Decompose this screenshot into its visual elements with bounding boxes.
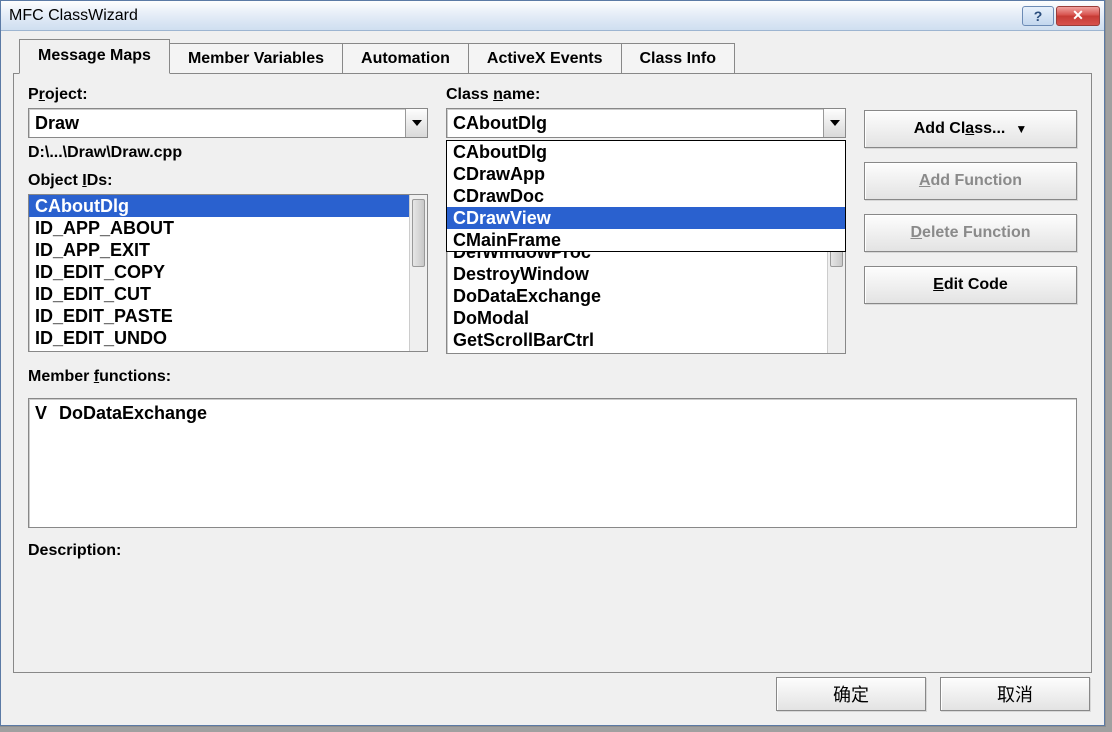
member-functions-label: Member functions: bbox=[28, 368, 1077, 386]
tab-label: ActiveX Events bbox=[487, 50, 603, 67]
cancel-button[interactable]: 取消 bbox=[940, 677, 1090, 711]
objectids-label: Object IDs: bbox=[28, 172, 428, 190]
ok-button[interactable]: 确定 bbox=[776, 677, 926, 711]
tab-label: Member Variables bbox=[188, 50, 324, 67]
button-label: 确定 bbox=[833, 681, 869, 707]
help-icon: ? bbox=[1034, 8, 1043, 24]
messages-item[interactable]: DoDataExchange bbox=[447, 285, 845, 307]
objectids-item[interactable]: ID_APP_ABOUT bbox=[29, 217, 427, 239]
classname-combo-value: CAboutDlg bbox=[447, 109, 823, 137]
classname-combo-dropdown-button[interactable] bbox=[823, 109, 845, 137]
tab-activex-events[interactable]: ActiveX Events bbox=[468, 43, 622, 74]
button-label: Delete Function bbox=[910, 224, 1030, 242]
window-body: Message Maps Member Variables Automation… bbox=[1, 31, 1104, 725]
edit-code-button[interactable]: Edit Code bbox=[864, 266, 1077, 304]
tab-label: Class Info bbox=[640, 50, 716, 67]
tab-automation[interactable]: Automation bbox=[342, 43, 469, 74]
objectids-item[interactable]: ID_APP_EXIT bbox=[29, 239, 427, 261]
objectids-item[interactable]: CAboutDlg bbox=[29, 195, 427, 217]
classwizard-window: MFC ClassWizard ? ✕ Message Maps Member … bbox=[0, 0, 1105, 726]
messages-item[interactable]: DestroyWindow bbox=[447, 263, 845, 285]
close-icon: ✕ bbox=[1072, 7, 1084, 24]
window-title: MFC ClassWizard bbox=[9, 7, 1022, 25]
tab-strip: Message Maps Member Variables Automation… bbox=[13, 41, 1092, 73]
classname-label: Class name: bbox=[446, 86, 846, 104]
classname-dropdown-item[interactable]: CDrawApp bbox=[447, 163, 845, 185]
objectids-item[interactable]: ID_EDIT_PASTE bbox=[29, 305, 427, 327]
chevron-down-icon bbox=[412, 120, 422, 126]
title-bar: MFC ClassWizard ? ✕ bbox=[1, 1, 1104, 31]
member-function-row[interactable]: VDoDataExchange bbox=[35, 403, 1070, 424]
messages-item[interactable]: DoModal bbox=[447, 307, 845, 329]
classname-dropdown[interactable]: CAboutDlgCDrawAppCDrawDocCDrawViewCMainF… bbox=[446, 140, 846, 252]
dialog-buttons: 确定 取消 bbox=[776, 677, 1090, 711]
button-label: Add Function bbox=[919, 172, 1022, 190]
classname-dropdown-item[interactable]: CDrawView bbox=[447, 207, 845, 229]
tab-class-info[interactable]: Class Info bbox=[621, 43, 735, 74]
upper-columns: Project: Draw D:\...\Draw\Draw.cpp Objec… bbox=[28, 86, 1077, 354]
member-function-marker: V bbox=[35, 403, 59, 424]
button-label: Add Class... bbox=[914, 120, 1006, 138]
member-functions-listbox[interactable]: VDoDataExchange bbox=[28, 398, 1077, 528]
objectids-item[interactable]: ID_EDIT_COPY bbox=[29, 261, 427, 283]
tab-panel-message-maps: Project: Draw D:\...\Draw\Draw.cpp Objec… bbox=[13, 73, 1092, 673]
chevron-down-icon bbox=[830, 120, 840, 126]
objectids-listbox[interactable]: CAboutDlgID_APP_ABOUTID_APP_EXITID_EDIT_… bbox=[28, 194, 428, 352]
title-buttons: ? ✕ bbox=[1022, 6, 1100, 26]
add-class-button[interactable]: Add Class... ▼ bbox=[864, 110, 1077, 148]
description-label: Description: bbox=[28, 542, 1077, 560]
add-function-button[interactable]: Add Function bbox=[864, 162, 1077, 200]
action-buttons-column: Add Class... ▼ Add Function Delete Funct… bbox=[864, 86, 1077, 354]
project-combo-value: Draw bbox=[29, 109, 405, 137]
tab-message-maps[interactable]: Message Maps bbox=[19, 39, 170, 74]
project-combo-dropdown-button[interactable] bbox=[405, 109, 427, 137]
button-label: Edit Code bbox=[933, 276, 1008, 294]
help-button[interactable]: ? bbox=[1022, 6, 1054, 26]
member-function-name: DoDataExchange bbox=[59, 403, 207, 423]
close-button[interactable]: ✕ bbox=[1056, 6, 1100, 26]
button-label: 取消 bbox=[997, 681, 1033, 707]
tab-label: Automation bbox=[361, 50, 450, 67]
objectids-scrollbar[interactable] bbox=[409, 195, 427, 351]
tab-member-variables[interactable]: Member Variables bbox=[169, 43, 343, 74]
messages-item[interactable]: GetScrollBarCtrl bbox=[447, 329, 845, 351]
delete-function-button[interactable]: Delete Function bbox=[864, 214, 1077, 252]
objectids-item[interactable]: ID_EDIT_UNDO bbox=[29, 327, 427, 349]
classname-dropdown-item[interactable]: CMainFrame bbox=[447, 229, 845, 251]
project-combo[interactable]: Draw bbox=[28, 108, 428, 138]
project-column: Project: Draw D:\...\Draw\Draw.cpp Objec… bbox=[28, 86, 428, 354]
tab-label: Message Maps bbox=[38, 47, 151, 64]
objectids-item[interactable]: ID_EDIT_CUT bbox=[29, 283, 427, 305]
dropdown-arrow-icon: ▼ bbox=[1015, 122, 1027, 136]
classname-combo[interactable]: CAboutDlg bbox=[446, 108, 846, 138]
project-label: Project: bbox=[28, 86, 428, 104]
classname-dropdown-item[interactable]: CDrawDoc bbox=[447, 185, 845, 207]
source-file-path: D:\...\Draw\Draw.cpp bbox=[28, 144, 428, 162]
scrollbar-thumb[interactable] bbox=[412, 199, 425, 267]
classname-column: Class name: CAboutDlg DefWindowProcDestr… bbox=[446, 86, 846, 354]
classname-dropdown-item[interactable]: CAboutDlg bbox=[447, 141, 845, 163]
